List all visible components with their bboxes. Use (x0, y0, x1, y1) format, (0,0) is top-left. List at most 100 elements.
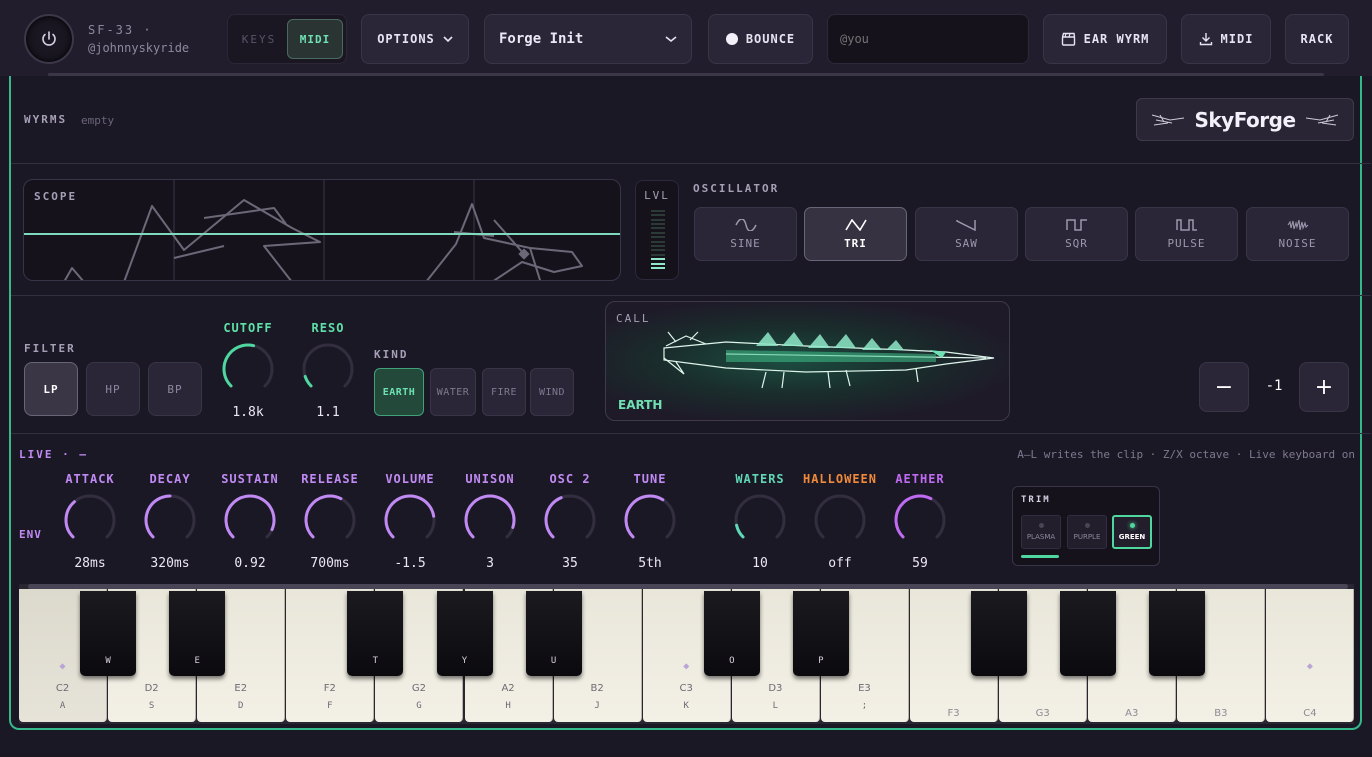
osc-sine-button[interactable]: SINE (694, 207, 797, 261)
key-shortcut-label: W (105, 656, 111, 666)
key-note-label: A2 (501, 683, 515, 694)
filter-lp-button[interactable]: LP (24, 362, 78, 416)
osc-sqr-button[interactable]: SQR (1025, 207, 1128, 261)
power-button[interactable] (24, 14, 74, 64)
osc-noise-button[interactable]: NOISE (1246, 207, 1349, 261)
key-shortcut-label: J (594, 701, 600, 711)
kind-water-button[interactable]: WATER (430, 368, 476, 416)
waters-label: WATERS (735, 472, 785, 486)
octave-up-button[interactable]: + (1299, 362, 1349, 412)
key-shortcut-label: E (194, 656, 200, 666)
ear-wyrm-label: EAR WYRM (1083, 32, 1150, 46)
midi-export-button[interactable]: MIDI (1181, 14, 1271, 64)
tune-value: 5th (638, 556, 662, 571)
options-button[interactable]: OPTIONS (361, 14, 469, 64)
piano-key-f#2[interactable]: T (347, 591, 404, 676)
osc-saw-button[interactable]: SAW (915, 207, 1018, 261)
scope-wyrm-art (24, 180, 620, 280)
filter-bp-button[interactable]: BP (148, 362, 202, 416)
piano-key-a#2[interactable]: U (525, 591, 582, 676)
reso-value: 1.1 (316, 405, 340, 420)
piano-key-c#3[interactable]: O (703, 591, 760, 676)
unison-knob[interactable] (462, 492, 518, 548)
trim-plasma-button[interactable]: PLASMA (1021, 515, 1061, 549)
waters-knob[interactable] (732, 492, 788, 548)
piano-key-g#2[interactable]: Y (436, 591, 493, 676)
osc-pulse-label: PULSE (1167, 236, 1206, 250)
user-input[interactable] (827, 14, 1029, 64)
key-note-label: B2 (590, 683, 604, 694)
piano-key-d#3[interactable]: P (792, 591, 849, 676)
osc-sqr-label: SQR (1065, 236, 1088, 250)
filter-label: FILTER (24, 342, 76, 355)
midi-export-label: MIDI (1220, 32, 1254, 46)
sustain-knob[interactable] (222, 492, 278, 548)
options-label: OPTIONS (377, 32, 435, 46)
live-label: LIVE · – (19, 448, 88, 461)
key-note-label: B3 (1214, 708, 1228, 719)
wyrms-status: empty (81, 114, 115, 127)
osc-noise-label: NOISE (1278, 236, 1317, 250)
key-shortcut-label: O (729, 656, 735, 666)
osc-saw-label: SAW (955, 236, 978, 250)
section-divider (11, 163, 1371, 164)
piano-key-c#2[interactable]: W (80, 591, 137, 676)
knob-value-arc (384, 494, 436, 539)
piano-key-a#3[interactable] (1149, 591, 1206, 676)
knob-value-arc (222, 343, 256, 388)
tune-knob[interactable] (622, 492, 678, 548)
piano-key-g#3[interactable] (1060, 591, 1117, 676)
trim-purple-button[interactable]: PURPLE (1067, 515, 1107, 549)
filter-hp-button[interactable]: HP (86, 362, 140, 416)
reso-knob[interactable] (300, 341, 356, 397)
kind-wind-button[interactable]: WIND (530, 368, 574, 416)
halloween-knob[interactable] (812, 492, 868, 548)
mode-midi-button[interactable]: MIDI (287, 19, 343, 59)
osc-pulse-button[interactable]: PULSE (1135, 207, 1238, 261)
trim-green-button[interactable]: GREEN (1112, 515, 1152, 549)
section-divider (11, 433, 1371, 434)
trim-purple-label: PURPLE (1073, 533, 1101, 541)
trim-green-label: GREEN (1118, 533, 1146, 541)
cutoff-label: CUTOFF (223, 321, 273, 335)
rack-button[interactable]: RACK (1285, 14, 1349, 64)
pulse-wave-icon (1175, 218, 1197, 231)
piano-key-c4[interactable]: ◆ C4 (1266, 589, 1355, 722)
ear-wyrm-button[interactable]: EAR WYRM (1043, 14, 1167, 64)
aether-knob[interactable] (892, 492, 948, 548)
piano-key-f#3[interactable] (971, 591, 1028, 676)
key-note-label: D3 (768, 683, 783, 694)
volume-value: -1.5 (394, 556, 426, 571)
octave-down-button[interactable]: − (1199, 362, 1249, 412)
cutoff-knob[interactable] (220, 341, 276, 397)
bounce-button[interactable]: BOUNCE (708, 14, 813, 64)
record-dot-icon (725, 33, 738, 45)
osc-2-knob[interactable] (542, 492, 598, 548)
knob-value-arc (894, 494, 933, 539)
decay-knob[interactable] (142, 492, 198, 548)
piano-key-d#2[interactable]: E (169, 591, 226, 676)
attack-label: ATTACK (65, 472, 115, 486)
attack-knob[interactable] (62, 492, 118, 548)
level-segment (651, 262, 665, 265)
level-segment (651, 218, 665, 221)
reso-label: RESO (311, 321, 345, 335)
key-note-label: E2 (234, 683, 248, 694)
kind-fire-button[interactable]: FIRE (482, 368, 526, 416)
level-segment (651, 253, 665, 256)
level-segment (651, 236, 665, 239)
release-knob[interactable] (302, 492, 358, 548)
knob-value-arc (144, 494, 172, 539)
mode-keys-button[interactable]: KEYS (234, 20, 284, 58)
sustain-value: 0.92 (234, 556, 266, 571)
volume-knob[interactable] (382, 492, 438, 548)
noise-wave-icon (1287, 219, 1308, 230)
key-shortcut-label: U (550, 656, 557, 666)
osc-tri-button[interactable]: TRI (804, 207, 907, 261)
knob-track (302, 343, 354, 388)
kind-earth-button[interactable]: EARTH (374, 368, 424, 416)
preset-select[interactable]: Forge Init (484, 14, 692, 64)
level-segment (651, 209, 665, 212)
level-segment (651, 258, 665, 261)
key-note-label: G2 (411, 683, 426, 694)
